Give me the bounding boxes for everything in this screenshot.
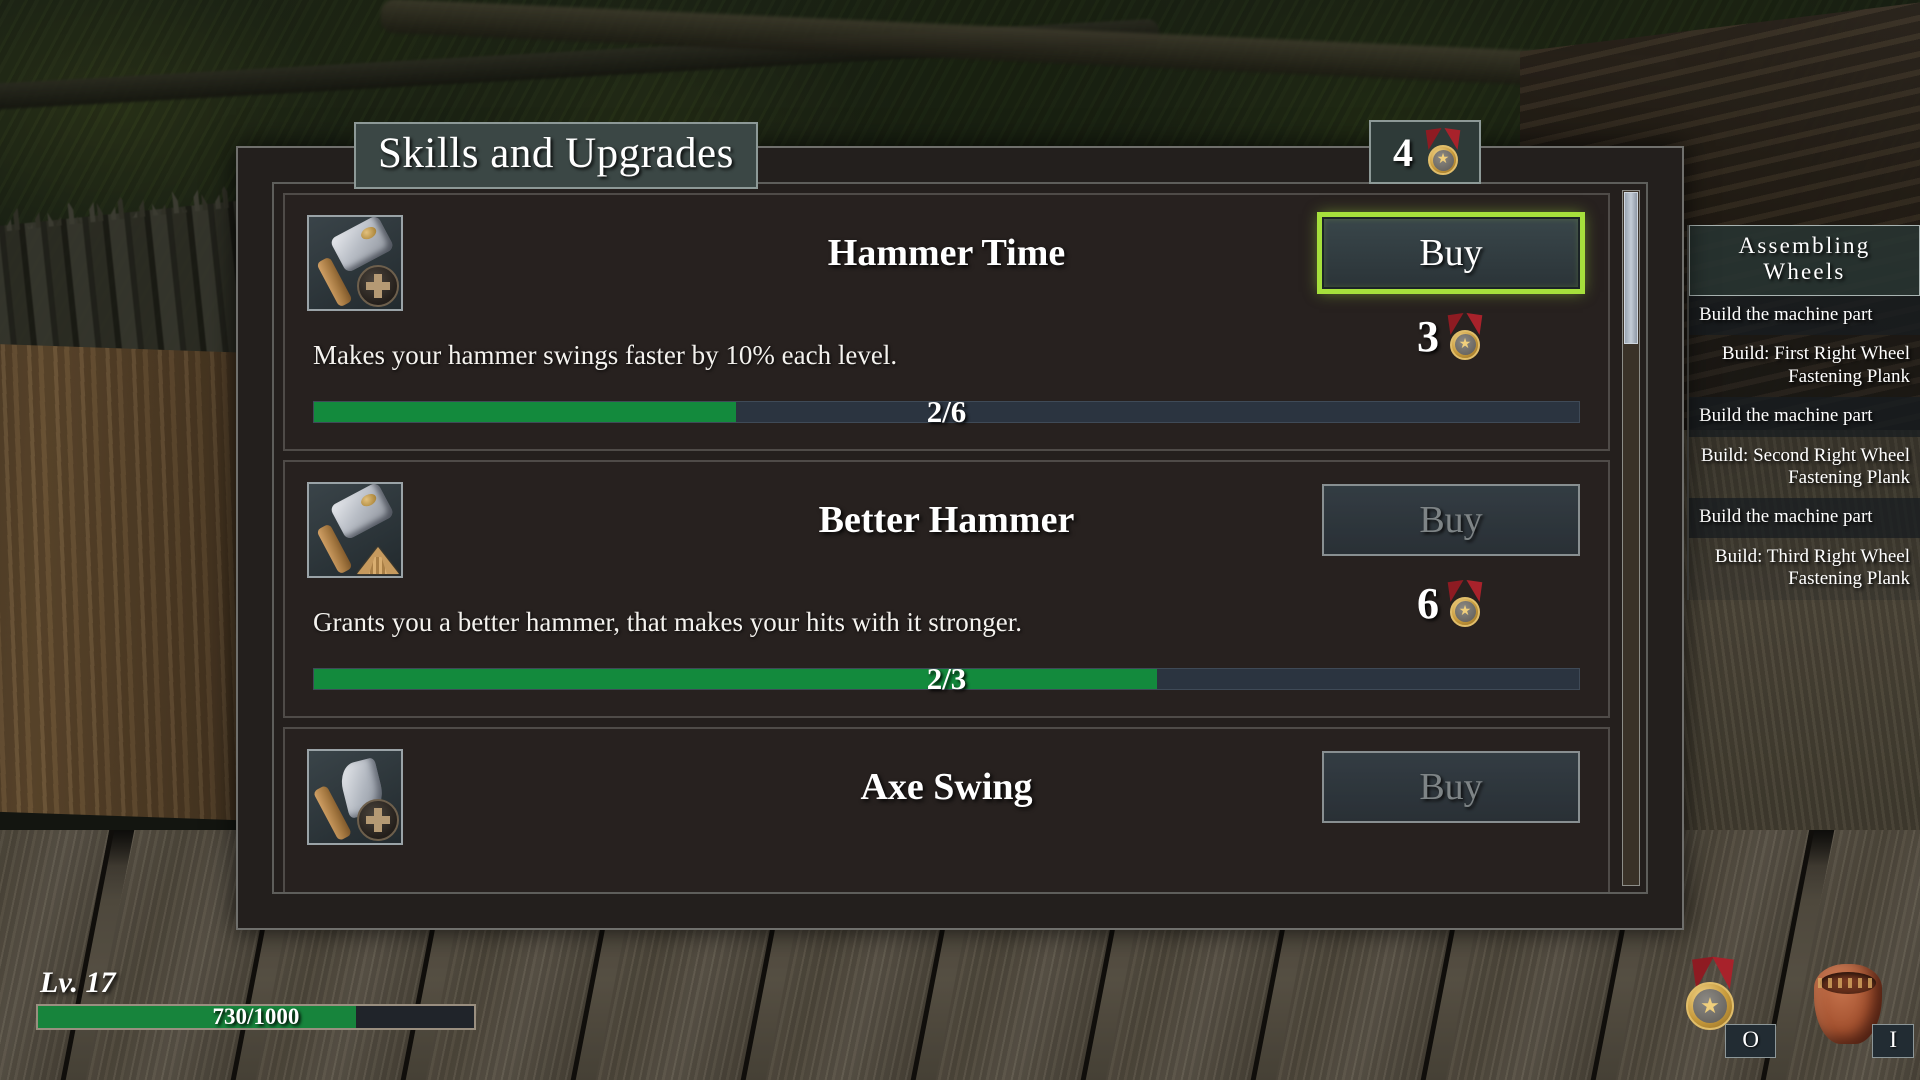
- quest-objective: Build the machine part: [1689, 295, 1920, 336]
- skill-cost: 6 ★: [1322, 578, 1580, 629]
- skill-level-progress: 2/3: [313, 661, 1580, 696]
- page-title: Skills and Upgrades: [354, 122, 758, 189]
- medal-icon: ★: [1678, 956, 1742, 1030]
- currency-amount: 4: [1393, 129, 1413, 175]
- skill-cost: 3 ★: [1322, 311, 1580, 362]
- skill-card: Better Hammer Grants you a better hammer,…: [283, 460, 1610, 718]
- quest-subtask: Build: Third Right Wheel Fastening Plank: [1689, 537, 1920, 600]
- skills-and-upgrades-window: Hammer Time Makes your hammer swings fast…: [236, 146, 1684, 930]
- xp-bar: 730/1000: [36, 1004, 476, 1030]
- skill-level-progress: 2/6: [313, 394, 1580, 429]
- medal-icon: ★: [1421, 127, 1465, 175]
- quest-objective: Build the machine part: [1689, 397, 1920, 437]
- hud-shortcut-slots: ★ O I: [1668, 956, 1914, 1062]
- currency-counter: 4 ★: [1369, 120, 1481, 184]
- medal-icon: ★: [1445, 579, 1485, 627]
- medal-icon: ★: [1445, 312, 1485, 360]
- skill-card: Hammer Time Makes your hammer swings fast…: [283, 193, 1610, 451]
- scrollbar-thumb[interactable]: [1624, 192, 1638, 344]
- hud-key-label: I: [1872, 1024, 1914, 1058]
- workbench-badge-icon: [357, 532, 399, 574]
- progress-label: 2/3: [926, 661, 967, 696]
- skills-scroll-viewport[interactable]: Hammer Time Makes your hammer swings fast…: [272, 182, 1648, 894]
- quest-list: Build the machine part Build: First Right…: [1689, 295, 1920, 600]
- skill-purchase-area: Buy: [1322, 751, 1580, 823]
- skill-icon: [307, 749, 403, 845]
- hud-slot-medals[interactable]: ★ O: [1668, 956, 1776, 1062]
- plus-badge-icon: [357, 265, 399, 307]
- level-label: Lv. 17: [40, 966, 116, 999]
- skill-purchase-area: Buy 3 ★: [1317, 212, 1585, 362]
- cost-amount: 3: [1417, 312, 1439, 361]
- hud-slot-inventory[interactable]: I: [1806, 958, 1914, 1062]
- scrollbar-track[interactable]: [1622, 190, 1640, 886]
- skill-icon: [307, 214, 403, 311]
- progress-label: 2/6: [926, 394, 967, 429]
- quest-subtask: Build: First Right Wheel Fastening Plank: [1689, 335, 1920, 398]
- skill-card: Axe Swing Buy: [283, 727, 1610, 892]
- quest-title: Assembling Wheels: [1689, 225, 1920, 296]
- buy-button[interactable]: Buy: [1317, 212, 1585, 294]
- cost-amount: 6: [1417, 579, 1439, 628]
- buy-button[interactable]: Buy: [1322, 484, 1580, 556]
- skill-purchase-area: Buy 6 ★: [1322, 484, 1580, 629]
- buy-button[interactable]: Buy: [1322, 751, 1580, 823]
- quest-subtask: Build: Second Right Wheel Fastening Plan…: [1689, 436, 1920, 499]
- quest-tracker-panel: Assembling Wheels Build the machine part…: [1687, 225, 1920, 600]
- skill-description: Grants you a better hammer, that makes y…: [313, 607, 1023, 637]
- skill-description: Makes your hammer swings faster by 10% e…: [313, 340, 898, 370]
- quest-objective: Build the machine part: [1689, 498, 1920, 538]
- skills-list: Hammer Time Makes your hammer swings fast…: [274, 184, 1620, 892]
- player-level-hud: Lv. 17 730/1000: [36, 966, 496, 1030]
- skill-icon: [307, 481, 403, 578]
- plus-badge-icon: [357, 799, 399, 841]
- hud-key-label: O: [1725, 1024, 1776, 1058]
- xp-bar-label: 730/1000: [212, 1004, 300, 1029]
